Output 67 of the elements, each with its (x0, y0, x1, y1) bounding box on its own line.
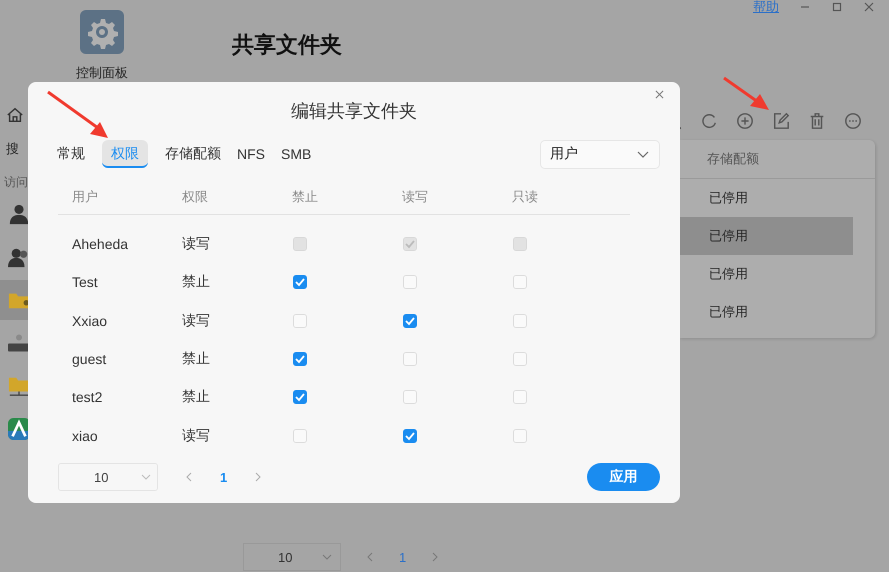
permission-text: 禁止 (181, 350, 211, 368)
network-folder-icon (8, 375, 30, 397)
check-icon (406, 240, 414, 248)
checkbox[interactable] (403, 428, 417, 443)
tab[interactable]: NFS (228, 141, 274, 167)
tab[interactable]: 常规 (48, 140, 94, 168)
column-header: 只读 (511, 188, 539, 206)
previous-page-icon[interactable] (367, 552, 373, 562)
next-page-icon[interactable] (255, 472, 262, 482)
check-icon (296, 278, 304, 286)
page-title: 共享文件夹 (232, 31, 342, 59)
close-icon[interactable] (863, 1, 875, 13)
tab[interactable]: SMB (272, 141, 320, 167)
table-row[interactable]: 已停用 (679, 255, 853, 293)
checkbox[interactable] (293, 275, 307, 290)
checkbox[interactable] (293, 352, 307, 366)
home-icon[interactable] (6, 106, 24, 124)
chevron-down-icon (141, 474, 151, 480)
permission-text: 读写 (181, 426, 211, 445)
chevron-down-icon (322, 554, 332, 560)
check-icon (406, 432, 414, 440)
check-icon (296, 393, 304, 402)
user-name: Test (71, 274, 99, 290)
page-size-select[interactable]: 10 (58, 463, 158, 491)
section-label: 访问 (4, 174, 29, 191)
search-field[interactable]: 搜 (6, 140, 30, 158)
dialog-title: 编辑共享文件夹 (291, 100, 417, 123)
user-icon (8, 203, 30, 225)
column-header: 读写 (401, 188, 429, 206)
users-icon (8, 246, 30, 268)
gear-icon[interactable] (80, 10, 124, 54)
column-header: 用户 (71, 188, 99, 206)
add-icon[interactable] (736, 112, 754, 130)
permission-text: 读写 (181, 312, 211, 330)
previous-page-icon[interactable] (186, 472, 192, 482)
permission-text: 禁止 (181, 273, 211, 292)
tab[interactable]: 存储配额 (156, 140, 230, 168)
app-label: 控制面板 (76, 64, 128, 82)
chevron-down-icon (637, 150, 649, 158)
column-header: 权限 (181, 188, 209, 206)
table-row[interactable]: 已停用 (679, 179, 853, 217)
check-icon (296, 355, 304, 364)
close-icon[interactable] (655, 90, 664, 99)
user-name: test2 (71, 389, 104, 406)
maximize-icon[interactable] (831, 1, 843, 13)
edit-icon[interactable] (772, 112, 790, 130)
more-icon[interactable] (844, 112, 862, 130)
checkbox[interactable] (403, 314, 417, 328)
table-row[interactable]: 已停用 (679, 293, 853, 331)
refresh-icon[interactable] (700, 112, 718, 130)
page-size-select[interactable]: 10 (243, 543, 341, 571)
check-icon (406, 316, 414, 325)
user-name: guest (71, 351, 108, 368)
table-row[interactable]: 已停用 (679, 217, 853, 255)
annotation-arrow (47, 90, 108, 138)
permission-text: 禁止 (181, 388, 211, 406)
server-icon (8, 332, 30, 354)
column-header: 禁止 (291, 188, 319, 206)
annotation-arrow (723, 76, 769, 110)
delete-icon[interactable] (808, 112, 826, 130)
checkbox[interactable] (293, 390, 307, 404)
user-name: Aheheda (71, 236, 130, 252)
permission-text: 读写 (181, 235, 211, 254)
filter-select[interactable]: 用户 (540, 140, 660, 168)
user-name: xiao (71, 428, 99, 444)
next-page-icon[interactable] (432, 552, 438, 562)
user-name: Xxiao (71, 312, 108, 329)
